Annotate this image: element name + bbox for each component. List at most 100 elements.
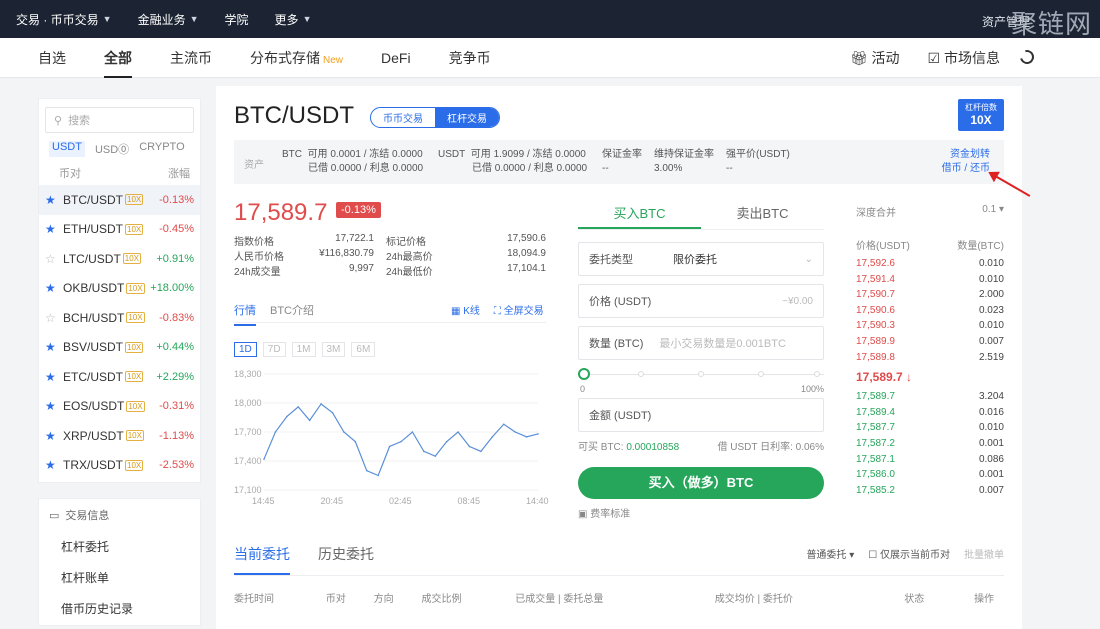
pair-row[interactable]: ★ TRX/USDT 10X -2.53%: [39, 451, 200, 481]
pair-row[interactable]: ☆ BCH/USDT 10X -0.83%: [39, 303, 200, 333]
leverage-tag: 10X: [126, 400, 145, 412]
price-input[interactable]: 价格 (USDT) ~¥0.00: [578, 284, 824, 318]
bid-level[interactable]: 17,585.2 0.007: [856, 483, 1004, 499]
ask-level[interactable]: 17,590.6 0.023: [856, 303, 1004, 319]
range-1m[interactable]: 1M: [291, 342, 316, 357]
depth-selector[interactable]: 深度合并 0.1 ▾: [856, 204, 1004, 219]
star-icon[interactable]: ★: [45, 458, 59, 472]
filter-usdt[interactable]: USDT: [49, 141, 85, 157]
pair-row[interactable]: ★ EOS/USDT 10X -0.31%: [39, 392, 200, 422]
total-input[interactable]: 金额 (USDT): [578, 398, 824, 432]
level-price: 17,585.2: [856, 484, 895, 496]
ask-level[interactable]: 17,590.3 0.010: [856, 318, 1004, 334]
pair-row[interactable]: ★ ETC/USDT 10X +2.29%: [39, 362, 200, 392]
star-icon[interactable]: ★: [45, 370, 59, 384]
liq-label: 强平价(USDT): [726, 149, 790, 160]
pair-row[interactable]: ★ XRP/USDT 10X -1.13%: [39, 421, 200, 451]
leverage-label: 杠杆倍数: [965, 103, 997, 112]
col-pair[interactable]: 币对: [59, 165, 81, 181]
fee-link[interactable]: ▣ 费率标准: [578, 505, 824, 520]
cancel-all-button[interactable]: 批量撤单: [964, 546, 1004, 561]
kline-button[interactable]: ▦ K线: [451, 302, 480, 317]
order-col-header: 委托时间: [234, 594, 274, 605]
slider-mark[interactable]: [758, 371, 764, 377]
only-current-label: 仅展示当前币对: [880, 550, 950, 561]
amount-slider[interactable]: 0 100%: [578, 366, 824, 398]
bid-level[interactable]: 17,586.0 0.001: [856, 467, 1004, 483]
activity-label: 活动: [871, 50, 900, 66]
range-6m[interactable]: 6M: [351, 342, 376, 357]
ask-level[interactable]: 17,590.7 2.000: [856, 287, 1004, 303]
ask-level[interactable]: 17,591.4 0.010: [856, 272, 1004, 288]
star-icon[interactable]: ☆: [45, 252, 59, 266]
market-info-link[interactable]: ☑ 市场信息: [928, 48, 1000, 68]
pair-row[interactable]: ★ ETH/USDT 10X -0.45%: [39, 215, 200, 245]
amount-input[interactable]: 数量 (BTC) 最小交易数量是0.001BTC: [578, 326, 824, 360]
fullscreen-button[interactable]: ⛶ 全屏交易: [494, 302, 544, 317]
borrow-history-link[interactable]: 借币历史记录: [39, 593, 200, 624]
nav-trade[interactable]: 交易 · 币币交易 ▼: [16, 11, 112, 28]
range-3m[interactable]: 3M: [321, 342, 346, 357]
filter-usd[interactable]: USD⓪: [95, 141, 129, 157]
nav-trade-label: 交易 · 币币交易: [16, 12, 99, 27]
level-amount: 0.086: [978, 453, 1004, 465]
tab-storage[interactable]: 分布式存储 New: [250, 38, 343, 78]
filter-crypto[interactable]: CRYPTO: [139, 141, 184, 157]
leverage-badge[interactable]: 杠杆倍数 10X: [958, 99, 1004, 131]
tab-mainstream[interactable]: 主流币: [170, 38, 212, 78]
pair-row[interactable]: ★ BSV/USDT 10X +0.44%: [39, 333, 200, 363]
order-type-select[interactable]: 委托类型 限价委托 ⌄: [578, 242, 824, 276]
ask-level[interactable]: 17,589.8 2.519: [856, 350, 1004, 366]
ask-level[interactable]: 17,592.6 0.010: [856, 256, 1004, 272]
tab-order-history[interactable]: 历史委托: [318, 544, 374, 575]
bid-level[interactable]: 17,589.4 0.016: [856, 405, 1004, 421]
mode-margin[interactable]: 杠杆交易: [435, 108, 499, 127]
order-filter-select[interactable]: 普通委托 ▾: [806, 546, 854, 561]
bid-level[interactable]: 17,587.7 0.010: [856, 420, 1004, 436]
tab-competing[interactable]: 竞争币: [449, 38, 491, 78]
activity-link[interactable]: 🎁︎ 活动: [850, 48, 900, 68]
star-icon[interactable]: ★: [45, 281, 59, 295]
buy-long-button[interactable]: 买入（做多）BTC: [578, 467, 824, 499]
slider-mark[interactable]: [814, 371, 820, 377]
tab-defi[interactable]: DeFi: [381, 38, 411, 78]
bid-level[interactable]: 17,589.7 3.204: [856, 389, 1004, 405]
tab-buy[interactable]: 买入BTC: [578, 198, 701, 229]
pair-row[interactable]: ★ OKB/USDT 10X +18.00%: [39, 274, 200, 304]
col-change[interactable]: 涨幅: [168, 165, 190, 181]
tab-favorites[interactable]: 自选: [38, 38, 66, 78]
margin-orders-link[interactable]: 杠杆委托: [39, 531, 200, 562]
bid-level[interactable]: 17,587.1 0.086: [856, 452, 1004, 468]
transfer-link[interactable]: 资金划转: [942, 148, 990, 162]
price-chart[interactable]: 18,300 18,000 17,700 17,400 17,10014:45 20:45…: [230, 368, 550, 508]
search-input[interactable]: ⚲ 搜索: [45, 107, 194, 133]
slider-mark[interactable]: [638, 371, 644, 377]
tab-sell[interactable]: 卖出BTC: [701, 198, 824, 229]
only-current-checkbox[interactable]: ☐ 仅展示当前币对: [868, 546, 950, 561]
bid-level[interactable]: 17,587.2 0.001: [856, 436, 1004, 452]
pair-name: ETC/USDT: [63, 369, 123, 384]
star-icon[interactable]: ★: [45, 340, 59, 354]
ask-level[interactable]: 17,589.9 0.007: [856, 334, 1004, 350]
star-icon[interactable]: ☆: [45, 311, 59, 325]
borrow-repay-link[interactable]: 借币 / 还币: [942, 162, 990, 176]
tab-current-orders[interactable]: 当前委托: [234, 544, 290, 575]
range-1d[interactable]: 1D: [234, 342, 257, 357]
tab-all[interactable]: 全部: [104, 38, 132, 78]
trade-info-title: ▭ 交易信息: [39, 499, 200, 531]
mode-spot[interactable]: 币币交易: [371, 108, 435, 127]
slider-mark[interactable]: [698, 371, 704, 377]
pair-row[interactable]: ★ BTC/USDT 10X -0.13%: [39, 185, 200, 215]
nav-academy[interactable]: 学院: [225, 11, 249, 28]
margin-bills-link[interactable]: 杠杆账单: [39, 562, 200, 593]
star-icon[interactable]: ★: [45, 399, 59, 413]
orders-panel: 当前委托 历史委托 普通委托 ▾ ☐ 仅展示当前币对 批量撤单 委托时间 币对 方向…: [234, 544, 1004, 605]
nav-more[interactable]: 更多 ▼: [275, 11, 312, 28]
pair-row[interactable]: ☆ LTC/USDT 10X +0.91%: [39, 244, 200, 274]
nav-finance[interactable]: 金融业务 ▼: [138, 11, 199, 28]
star-icon[interactable]: ★: [45, 429, 59, 443]
range-7d[interactable]: 7D: [262, 342, 286, 357]
star-icon[interactable]: ★: [45, 193, 59, 207]
star-icon[interactable]: ★: [45, 222, 59, 236]
slider-knob[interactable]: [578, 368, 590, 380]
